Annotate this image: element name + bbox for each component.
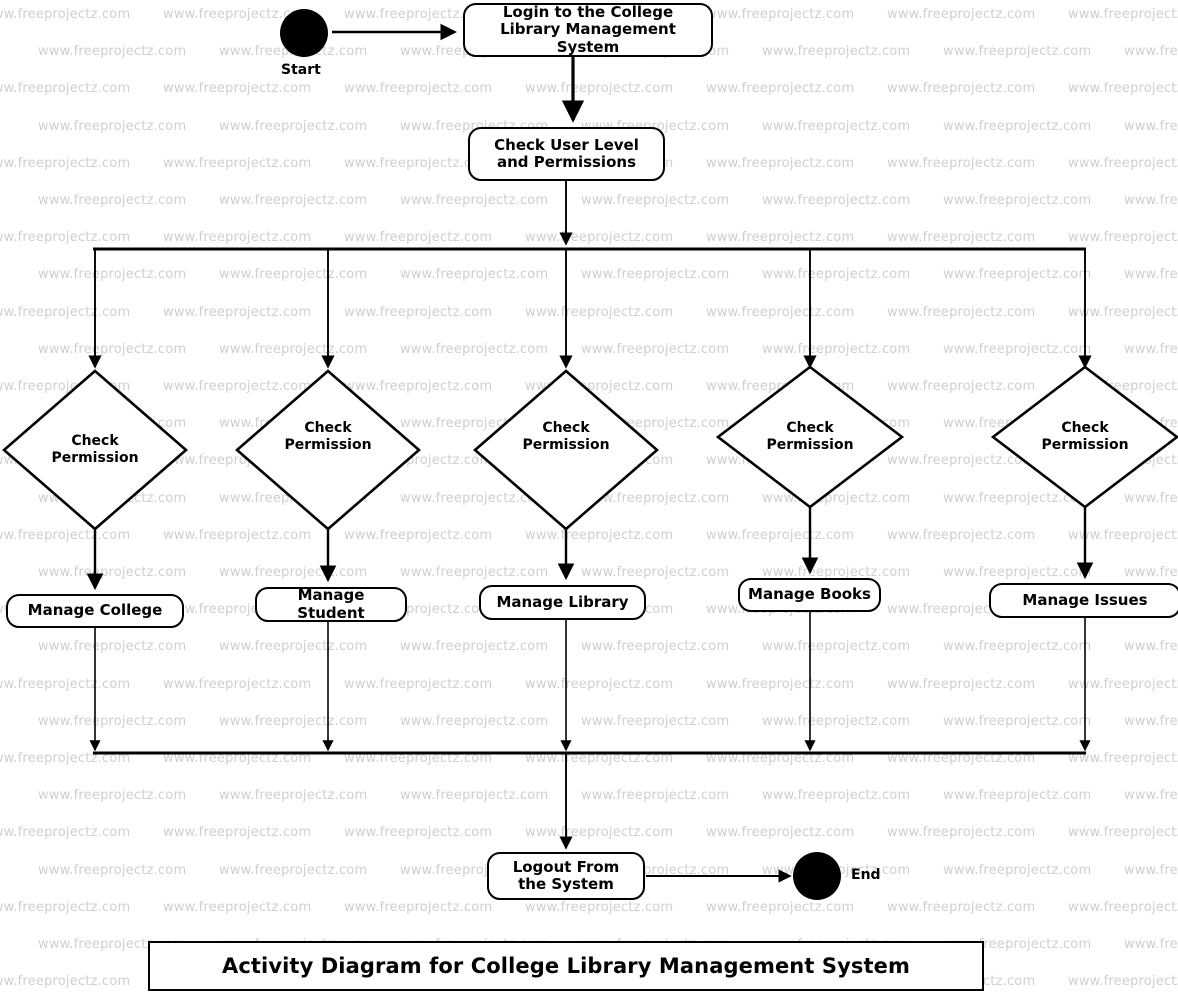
decision-check-permission-student[interactable]: Check Permission [268,417,388,457]
activity-manage-college[interactable]: Manage College [6,594,184,628]
decision-check-permission-library[interactable]: Check Permission [506,417,626,457]
activity-diagram-canvas: www.freeprojectz.comwww.freeprojectz.com… [0,0,1178,994]
activity-manage-library[interactable]: Manage Library [479,585,646,620]
start-label: Start [281,62,321,78]
end-node [793,852,841,900]
activity-check-user-level[interactable]: Check User Level and Permissions [468,127,665,181]
activity-logout[interactable]: Logout From the System [487,852,645,900]
decision-check-permission-college[interactable]: Check Permission [35,430,155,470]
decision-check-permission-books[interactable]: Check Permission [750,417,870,457]
activity-manage-student[interactable]: Manage Student [255,587,407,622]
diagram-nodes-layer: Start Login to the College Library Manag… [0,0,1178,994]
activity-manage-issues[interactable]: Manage Issues [989,583,1178,618]
activity-login[interactable]: Login to the College Library Management … [463,3,713,57]
end-label: End [851,867,881,883]
diagram-caption: Activity Diagram for College Library Man… [148,941,984,991]
activity-manage-books[interactable]: Manage Books [738,578,881,612]
start-node [280,9,328,57]
decision-check-permission-issues[interactable]: Check Permission [1025,417,1145,457]
